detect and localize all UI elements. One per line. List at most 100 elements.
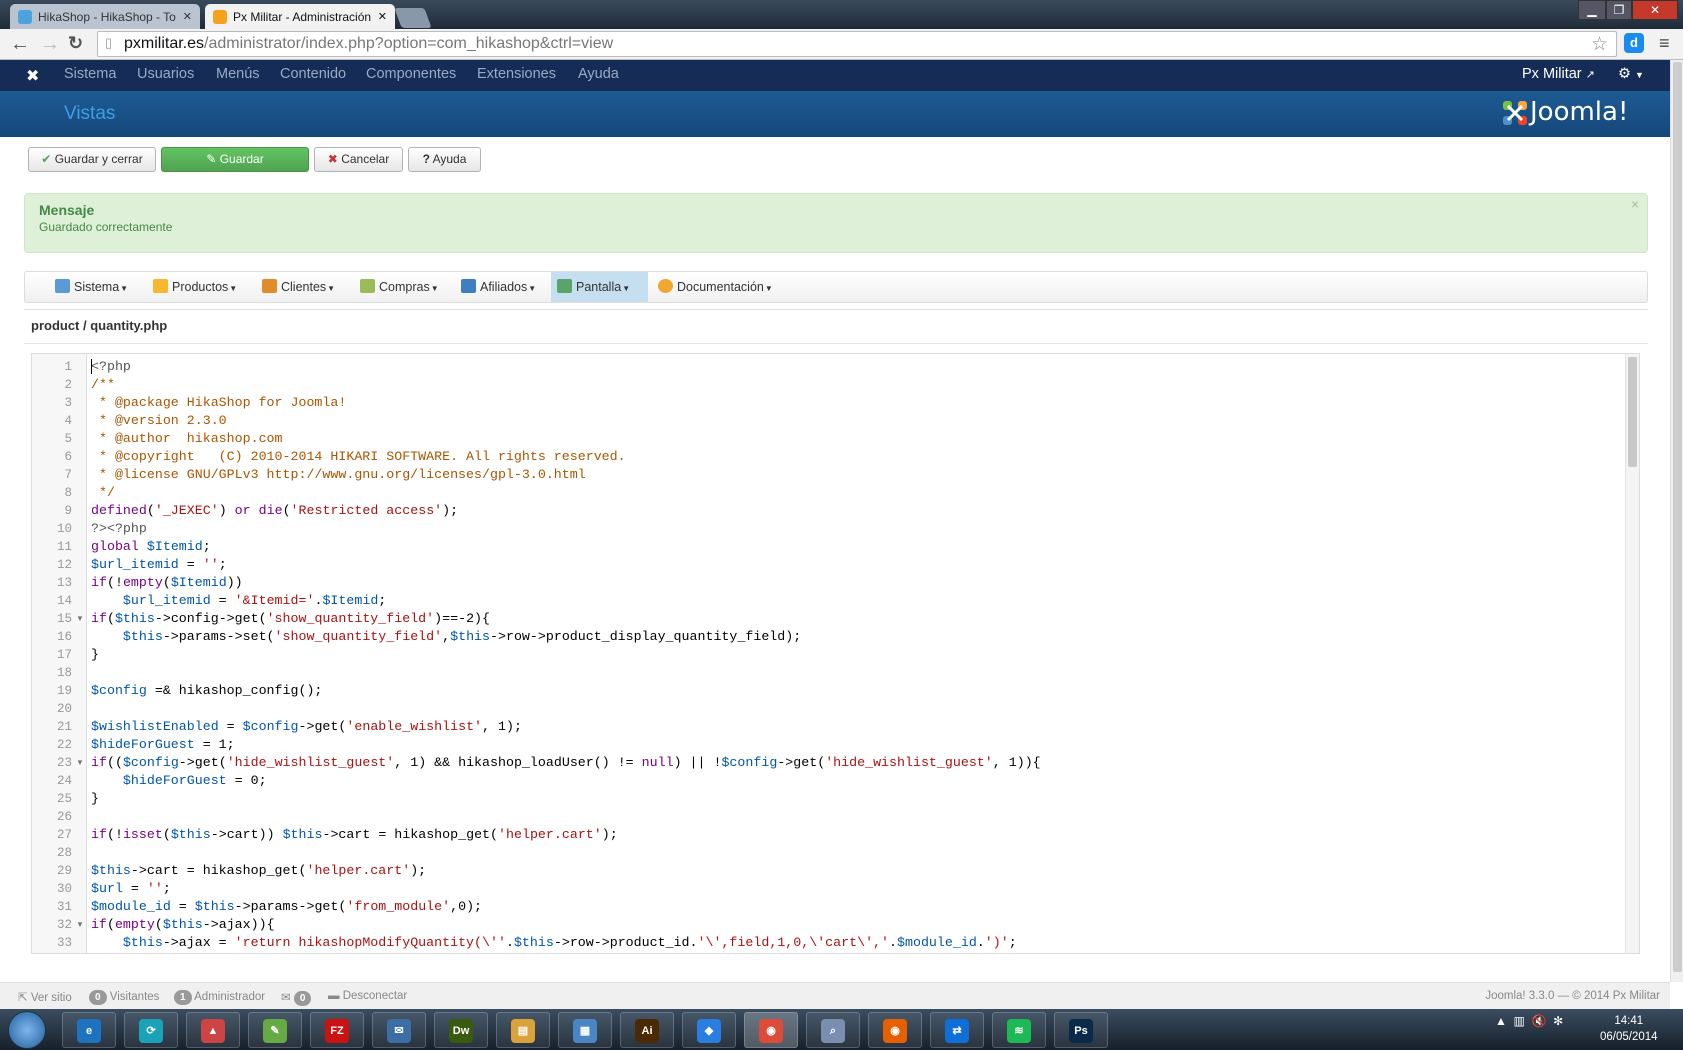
code-line: * @author hikashop.com [91, 431, 283, 446]
code-line: defined('_JEXEC') or die('Restricted acc… [91, 503, 459, 518]
line-number: 1 [64, 360, 72, 374]
taskbar-search-app[interactable]: ⌕ [806, 1012, 860, 1048]
close-window-button[interactable]: ✕ [1632, 0, 1678, 20]
forward-icon[interactable]: → [40, 33, 60, 56]
restore-button[interactable]: ❐ [1606, 0, 1632, 20]
back-icon[interactable]: ← [10, 33, 30, 56]
taskbar-teamviewer[interactable]: ⇄ [930, 1012, 984, 1048]
clock[interactable]: 14:41 06/05/2014 [1600, 1013, 1658, 1045]
new-tab-button[interactable] [394, 8, 432, 28]
browser-tab-bar: HikaShop - HikaShop - To ✕ Px Militar - A… [0, 0, 1683, 30]
taskbar-filezilla[interactable]: FZ [310, 1012, 364, 1048]
code-line: * @license GNU/GPLv3 http://www.gnu.org/… [91, 467, 586, 482]
affiliate-icon [461, 279, 476, 293]
close-message-icon[interactable]: × [1631, 196, 1639, 212]
firefox-icon: ◉ [883, 1019, 907, 1043]
joomla-icon[interactable]: ✖ [26, 66, 39, 86]
hk-menu-productos[interactable]: Productos▼ [147, 272, 243, 302]
page-scrollbar[interactable] [1670, 60, 1683, 982]
taskbar-notepad-plus[interactable]: ✎ [248, 1012, 302, 1048]
hk-menu-pantalla[interactable]: Pantalla▼ [551, 272, 648, 302]
hk-menu-compras[interactable]: Compras▼ [354, 272, 445, 302]
menu-ayuda[interactable]: Ayuda [578, 66, 619, 82]
hk-menu-documentacion[interactable]: Documentación▼ [652, 272, 779, 302]
menu-componentes[interactable]: Componentes [366, 66, 456, 82]
cancel-button[interactable]: ✖ Cancelar [314, 147, 403, 172]
help-icon: ? [422, 152, 430, 166]
taskbar-firefox[interactable]: ◉ [868, 1012, 922, 1048]
scrollbar-thumb[interactable] [1673, 62, 1682, 972]
menu-usuarios[interactable]: Usuarios [137, 66, 194, 82]
hk-menu-afiliados[interactable]: Afiliados▼ [455, 272, 542, 302]
admins-badge: 1 [174, 990, 192, 1005]
save-and-close-button[interactable]: ✔ Guardar y cerrar [28, 147, 156, 172]
menu-sistema[interactable]: Sistema [64, 66, 116, 82]
taskbar-illustrator[interactable]: Ai [620, 1012, 674, 1048]
caret-down-icon: ▼ [327, 284, 336, 293]
browser-tab-px-militar[interactable]: Px Militar - Administración ✕ [205, 4, 395, 30]
editor-scrollbar[interactable] [1625, 354, 1639, 953]
message-title: Mensaje [39, 202, 95, 218]
menu-menus[interactable]: Menús [216, 66, 260, 82]
help-lifebuoy-icon [658, 279, 673, 293]
taskbar-app-cyan[interactable]: ⟳ [124, 1012, 178, 1048]
taskbar-control-panel[interactable]: ▦ [558, 1012, 612, 1048]
code-editor[interactable]: 1 2 3 4 5 6 7 8 9 10 11 12 13 14 15 ▼ 16 17 18 19 20 21 22 23 ▼ 2… [31, 353, 1640, 954]
code-line: $this->ajax = 'return hikashopModifyQuan… [122, 935, 1017, 950]
settings-gear-icon[interactable]: ⚙ ▼ [1618, 66, 1644, 82]
view-site-link[interactable]: ⇱ Ver sitio [18, 990, 72, 1004]
taskbar-color-app[interactable]: ▲ [186, 1012, 240, 1048]
taskbar-dreamweaver[interactable]: Dw [434, 1012, 488, 1048]
joomla-favicon-icon [213, 10, 227, 24]
taskbar-file-explorer[interactable]: ▤ [496, 1012, 550, 1048]
taskbar-thunderbird[interactable]: ✉ [372, 1012, 426, 1048]
file-title: product / quantity.php [31, 318, 168, 333]
extension-icon[interactable]: d [1624, 33, 1644, 53]
line-number: 29 [56, 864, 72, 878]
line-number-gutter: 1 2 3 4 5 6 7 8 9 10 11 12 13 14 15 ▼ 16 17 18 19 20 21 22 23 ▼ 2… [32, 354, 87, 953]
menu-label: Pantalla [576, 280, 622, 294]
line-number: 7 [64, 468, 72, 482]
minimize-button[interactable]: ▁ [1578, 0, 1606, 20]
taskbar-dropbox[interactable]: ◆ [682, 1012, 736, 1048]
hk-menu-clientes[interactable]: Clientes▼ [256, 272, 341, 302]
close-tab-icon[interactable]: ✕ [183, 10, 192, 23]
taskbar-spotify[interactable]: ≋ [992, 1012, 1046, 1048]
line-number: 22 [56, 738, 72, 752]
url-input[interactable]: ▯ pxmilitar.es/administrator/index.php?op… [97, 31, 1617, 57]
start-button[interactable] [8, 1011, 46, 1049]
save-button[interactable]: ✎ Guardar [161, 147, 309, 172]
taskbar-internet-explorer[interactable]: e [62, 1012, 116, 1048]
site-link[interactable]: Px Militar ↗ [1522, 66, 1595, 82]
display-icon [557, 279, 572, 293]
browser-tab-hikashop[interactable]: HikaShop - HikaShop - To ✕ [10, 4, 200, 30]
taskbar-chrome[interactable]: ◉ [744, 1012, 798, 1048]
menu-extensiones[interactable]: Extensiones [477, 66, 556, 82]
caret-down-icon: ▼ [528, 284, 537, 293]
bookmark-star-icon[interactable]: ☆ [1591, 33, 1608, 56]
line-number: 16 [56, 630, 72, 644]
site-link-label: Px Militar [1522, 66, 1582, 82]
fold-toggle-icon[interactable]: ▼ [76, 610, 84, 628]
url-host: pxmilitar.es [124, 35, 205, 52]
line-number: 24 [56, 774, 72, 788]
code-line: } [91, 791, 99, 806]
system-tray[interactable]: ▲ ▥ 🔇 ✻ [1495, 1014, 1563, 1028]
logout-link[interactable]: ▬ Desconectar [328, 990, 407, 1002]
hk-menu-sistema[interactable]: Sistema▼ [49, 272, 134, 302]
messages-status[interactable]: ✉ 0 [281, 990, 312, 1006]
users-icon [262, 279, 277, 293]
scrollbar-thumb[interactable] [1628, 357, 1637, 467]
menu-contenido[interactable]: Contenido [280, 66, 346, 82]
joomla-logo: Joomla! [1500, 97, 1628, 131]
caret-down-icon: ▼ [120, 284, 129, 293]
close-tab-icon[interactable]: ✕ [378, 10, 387, 23]
tab-label: Px Militar - Administración [233, 10, 372, 24]
fold-toggle-icon[interactable]: ▼ [76, 916, 84, 934]
hamburger-menu-icon[interactable]: ≡ [1659, 33, 1670, 54]
fold-toggle-icon[interactable]: ▼ [76, 754, 84, 772]
reload-icon[interactable]: ↻ [68, 33, 83, 54]
code-line: $hideForGuest = 1; [91, 737, 235, 752]
taskbar-photoshop[interactable]: Ps [1054, 1012, 1108, 1048]
help-button[interactable]: ? Ayuda [408, 147, 481, 172]
